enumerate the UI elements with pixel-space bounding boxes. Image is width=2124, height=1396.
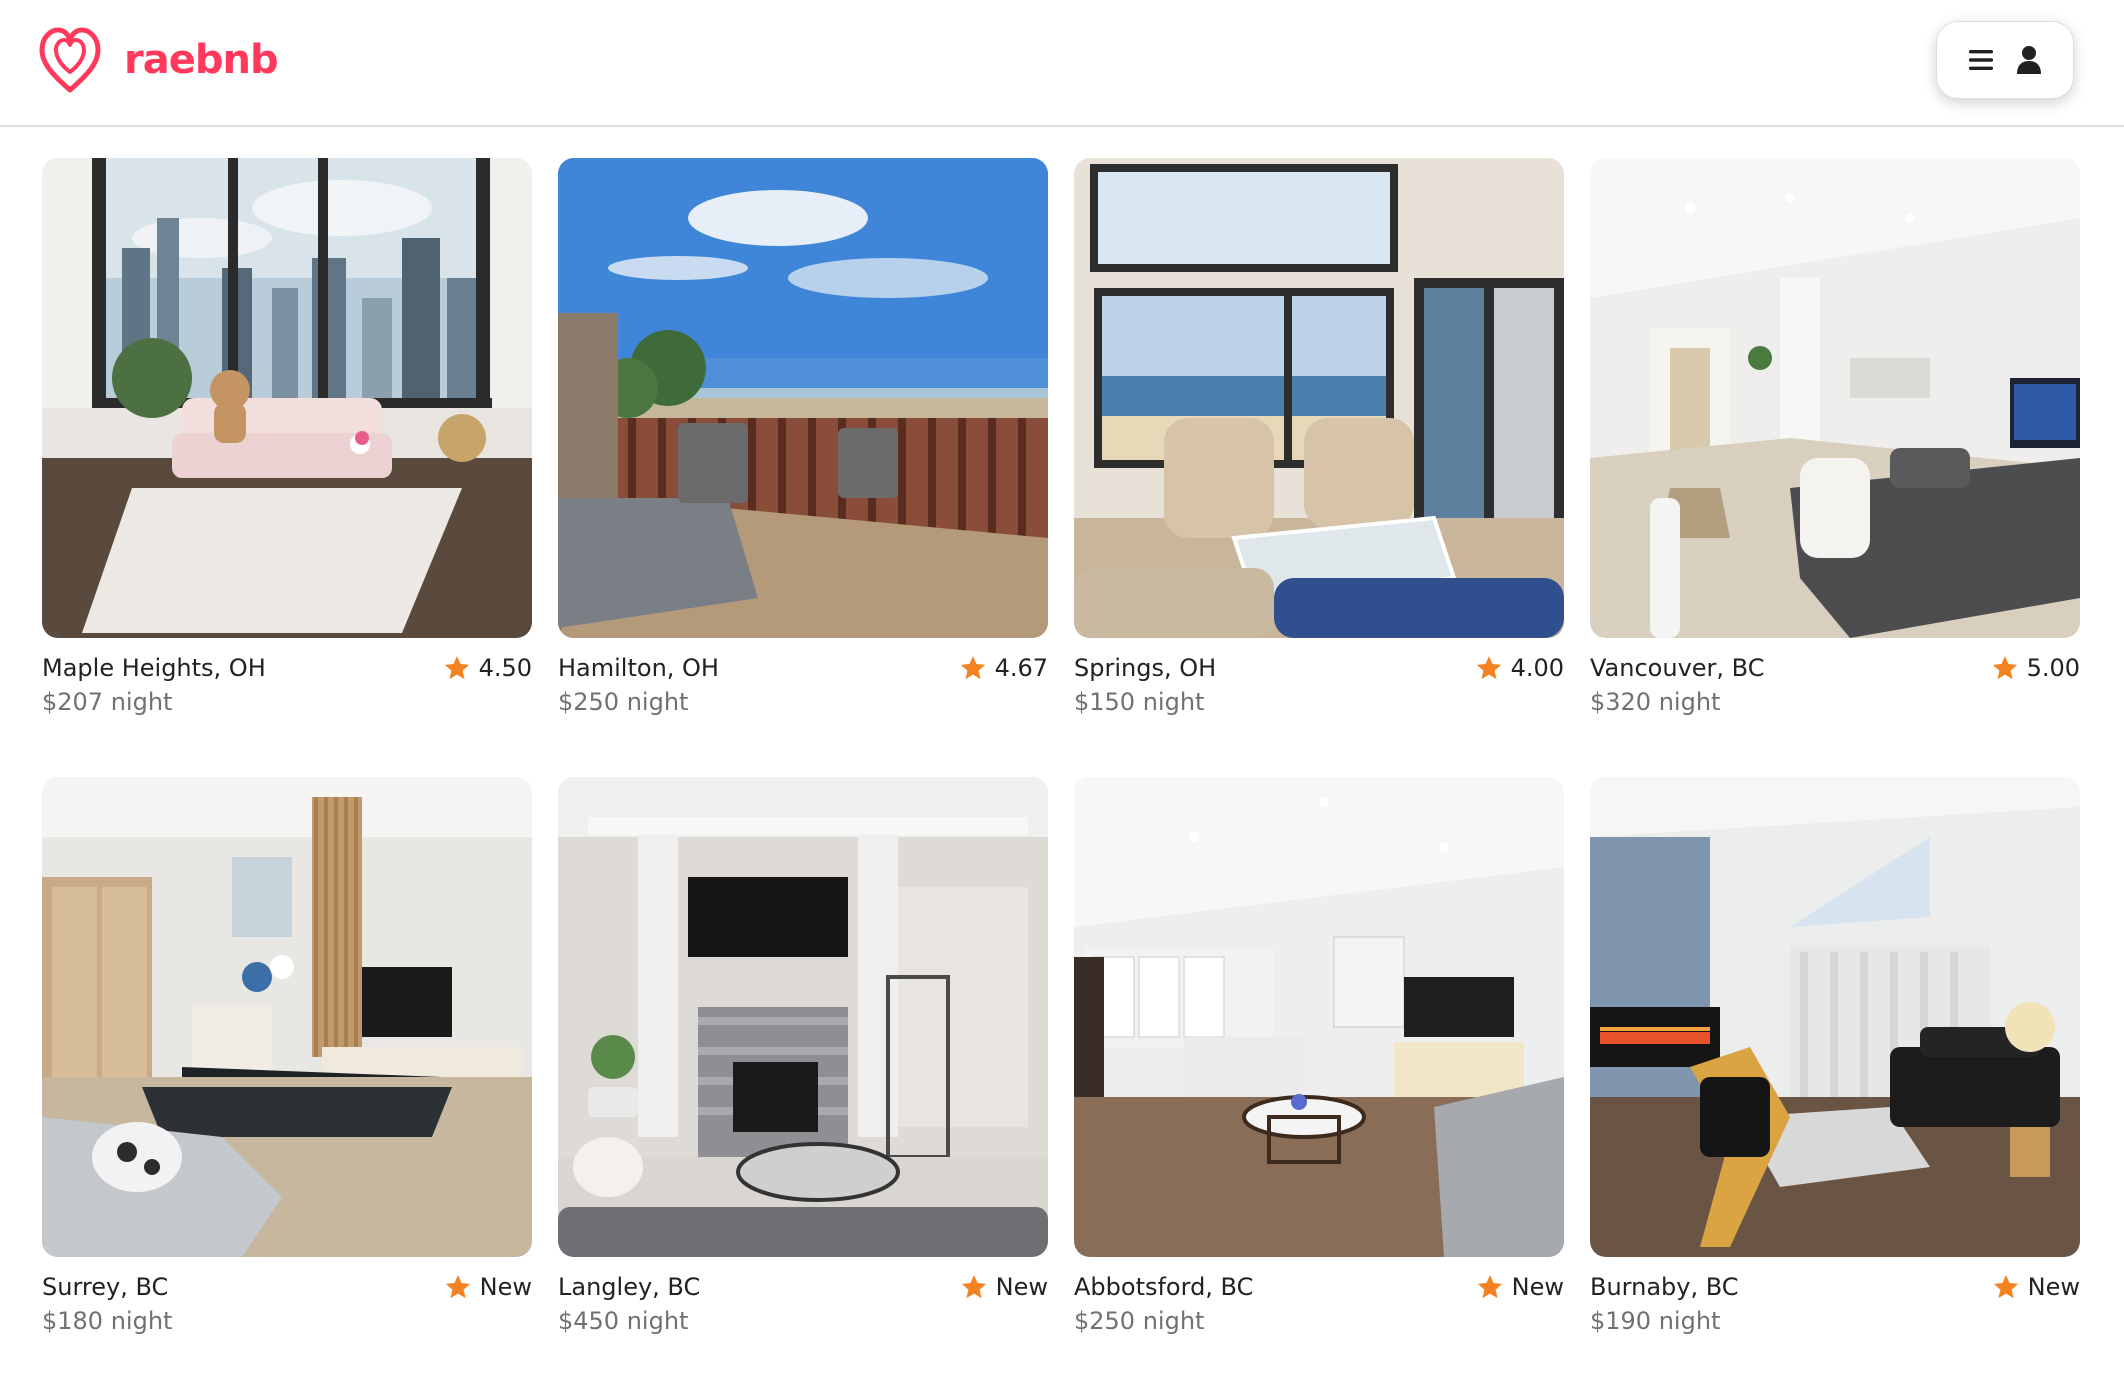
star-icon [1476, 656, 1501, 680]
modern-living-room-photo [42, 777, 532, 1257]
star-icon [1477, 1275, 1502, 1299]
listing-card[interactable]: Burnaby, BC New $190 night [1590, 777, 2080, 1396]
brand-name: raebnb [124, 37, 279, 83]
star-icon [444, 656, 469, 680]
star-icon [961, 1275, 986, 1299]
listing-price: $320 night [1590, 688, 1721, 716]
basement-living-room-photo [1590, 158, 2080, 638]
listing-photo[interactable] [558, 158, 1048, 638]
listing-photo[interactable] [42, 777, 532, 1257]
listing-location: Maple Heights, OH [42, 654, 266, 682]
rating-value: 4.50 [478, 654, 532, 682]
fireplace-living-room-photo [558, 777, 1048, 1257]
listing-location: Vancouver, BC [1590, 654, 1765, 682]
rating-value: New [1511, 1273, 1564, 1301]
listing-rating: 4.00 [1475, 652, 1564, 684]
top-header: raebnb [0, 0, 2124, 127]
ocean-view-sitting-room-photo [1074, 158, 1564, 638]
rating-value: New [2027, 1273, 2080, 1301]
listing-photo[interactable] [1074, 777, 1564, 1257]
rating-value: 4.67 [994, 654, 1048, 682]
beach-deck-balcony-photo [558, 158, 1048, 638]
listing-price: $180 night [42, 1307, 173, 1335]
hamburger-menu-icon [1969, 50, 1993, 70]
listing-rating: New [1992, 1271, 2080, 1303]
listing-card[interactable]: Surrey, BC New $180 night [42, 777, 532, 1396]
listing-photo[interactable] [1590, 777, 2080, 1257]
listing-price: $207 night [42, 688, 173, 716]
user-menu-button[interactable] [1936, 21, 2074, 99]
listing-rating: New [1476, 1271, 1564, 1303]
listings-grid: Maple Heights, OH 4.50 $207 night Hamilt… [42, 158, 2080, 1396]
listing-location: Surrey, BC [42, 1273, 169, 1301]
listing-price: $250 night [1074, 1307, 1205, 1335]
listing-rating: 5.00 [1991, 652, 2080, 684]
listing-rating: New [444, 1271, 532, 1303]
listing-price: $150 night [1074, 688, 1205, 716]
star-icon [960, 656, 985, 680]
user-profile-icon [2017, 46, 2041, 74]
listing-rating: New [960, 1271, 1048, 1303]
star-icon [1992, 656, 2017, 680]
listing-card[interactable]: Langley, BC New $450 night [558, 777, 1048, 1396]
listing-photo[interactable] [1074, 158, 1564, 638]
raebnb-logo-icon [39, 27, 101, 93]
listing-card[interactable]: Maple Heights, OH 4.50 $207 night [42, 158, 532, 777]
open-kitchen-living-room-photo [1074, 777, 1564, 1257]
electric-fireplace-living-room-photo [1590, 777, 2080, 1257]
listing-location: Burnaby, BC [1590, 1273, 1739, 1301]
listing-location: Langley, BC [558, 1273, 701, 1301]
rating-value: New [479, 1273, 532, 1301]
star-icon [1993, 1275, 2018, 1299]
listing-photo[interactable] [42, 158, 532, 638]
rating-value: 5.00 [2026, 654, 2080, 682]
listing-card[interactable]: Vancouver, BC 5.00 $320 night [1590, 158, 2080, 777]
rating-value: New [995, 1273, 1048, 1301]
listing-rating: 4.67 [959, 652, 1048, 684]
listing-location: Springs, OH [1074, 654, 1217, 682]
listing-photo[interactable] [1590, 158, 2080, 638]
listing-price: $250 night [558, 688, 689, 716]
brand-logo[interactable]: raebnb [36, 24, 279, 96]
listing-price: $190 night [1590, 1307, 1721, 1335]
listing-location: Hamilton, OH [558, 654, 719, 682]
city-view-living-room-photo [42, 158, 532, 638]
listing-card[interactable]: Hamilton, OH 4.67 $250 night [558, 158, 1048, 777]
listing-price: $450 night [558, 1307, 689, 1335]
listing-photo[interactable] [558, 777, 1048, 1257]
rating-value: 4.00 [1510, 654, 1564, 682]
listing-card[interactable]: Abbotsford, BC New $250 night [1074, 777, 1564, 1396]
listing-rating: 4.50 [443, 652, 532, 684]
listing-card[interactable]: Springs, OH 4.00 $150 night [1074, 158, 1564, 777]
listing-location: Abbotsford, BC [1074, 1273, 1254, 1301]
star-icon [445, 1275, 470, 1299]
